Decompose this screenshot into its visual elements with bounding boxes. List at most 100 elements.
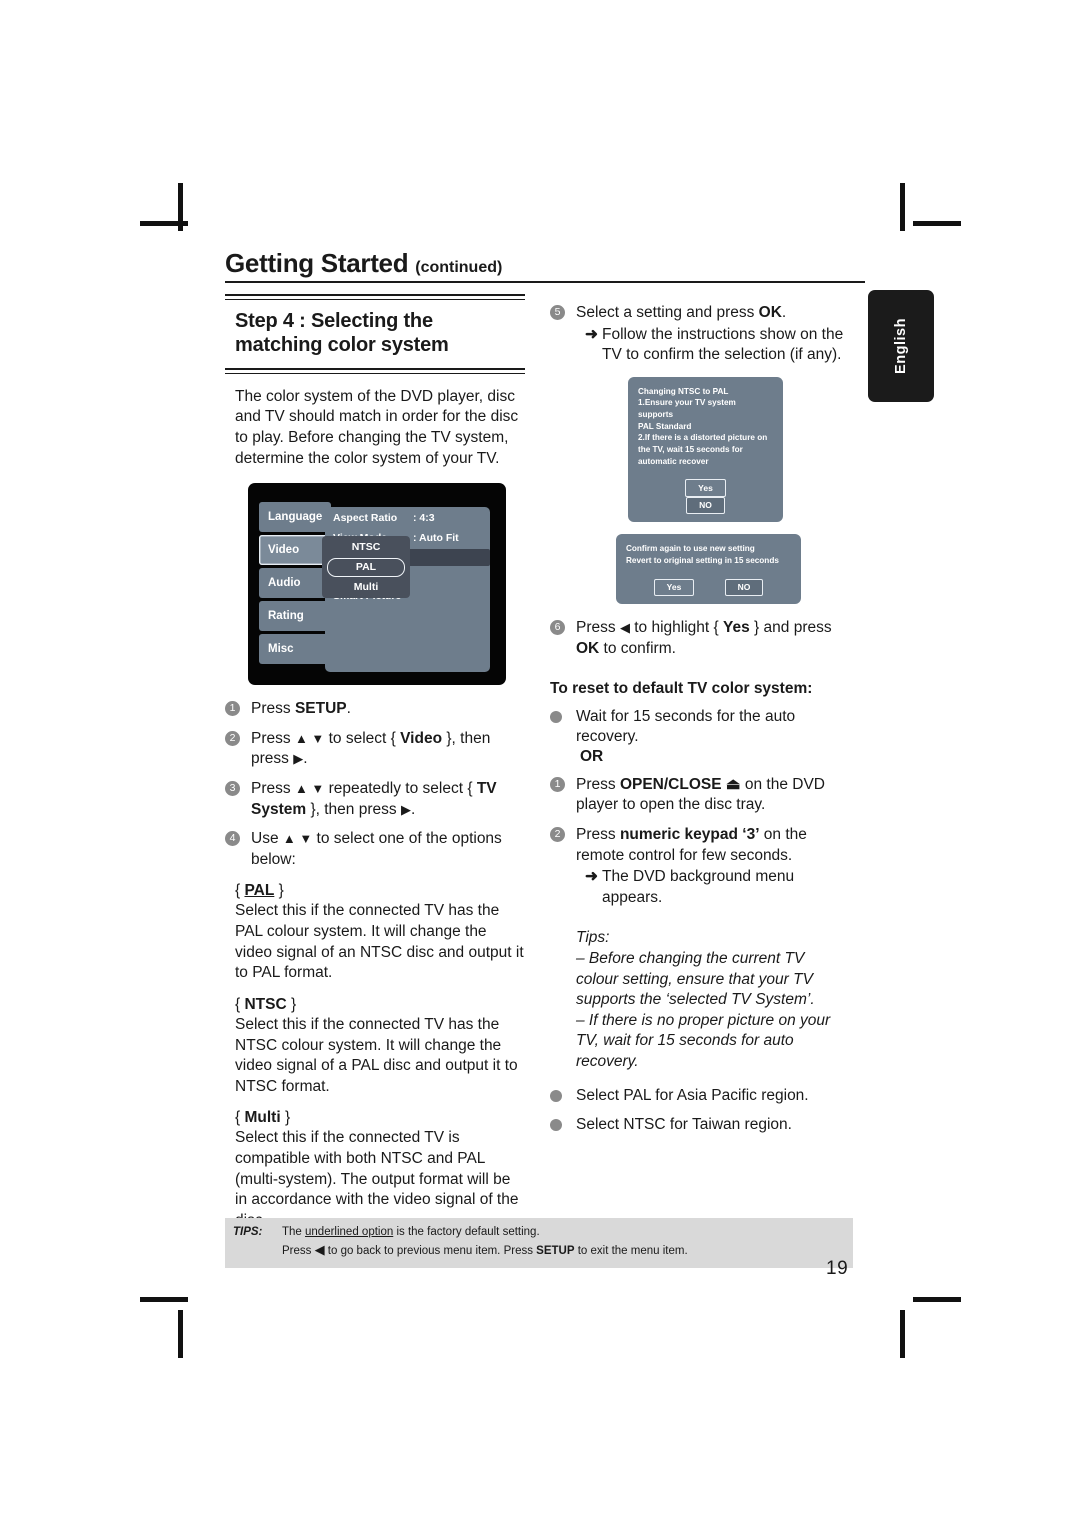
menu-row-value: : 4:3 — [413, 512, 435, 525]
reset-section-heading: To reset to default TV color system: — [550, 679, 813, 697]
option-title-0: { PAL } — [235, 882, 284, 900]
step-1-text: Press SETUP. — [251, 700, 351, 718]
step-4-number: 4 — [225, 831, 240, 847]
dialog2-yes-button[interactable]: Yes — [653, 578, 695, 597]
step-6-number: 6 — [550, 620, 565, 636]
tips-label: Tips: — [576, 929, 610, 947]
step-4-text: Use ▲ ▼ to select one of the options bel… — [251, 830, 502, 868]
tv-system-submenu: NTSC PAL Multi — [322, 536, 410, 599]
page-title: Getting Started (continued) — [225, 248, 502, 279]
reset-step-list: 1 Press OPEN/CLOSE ⏏ on the DVD player to… — [550, 775, 850, 909]
menu-sidebar-item-video[interactable]: Video — [259, 535, 331, 566]
page-header: Getting Started (continued) — [225, 248, 865, 292]
submenu-option-multi[interactable]: Multi — [322, 578, 410, 597]
bullet-icon — [550, 1089, 562, 1102]
crop-mark-top-left-horizontal — [140, 221, 188, 226]
step-5-text: Select a setting and press OK. — [576, 304, 787, 321]
menu-row-value: : Auto Fit — [413, 531, 459, 544]
crop-mark-top-right-horizontal — [913, 221, 961, 226]
step-1: 1 Press SETUP. — [225, 699, 525, 720]
step-5-number: 5 — [550, 305, 565, 320]
step-6-text: Press ◀ to highlight { Yes } and press O… — [576, 619, 832, 657]
dialog1-no-button[interactable]: NO — [686, 496, 725, 515]
menu-row-aspect-ratio[interactable]: Aspect Ratio: 4:3 — [325, 510, 490, 527]
region-bullet-0: Select PAL for Asia Pacific region. — [550, 1086, 850, 1107]
step-5: 5 Select a setting and press OK. ➜ Follow… — [550, 303, 850, 366]
arrow-icon: ➜ — [585, 868, 598, 886]
step-5-sub: ➜ Follow the instructions show on the TV … — [576, 325, 850, 366]
dialog1-line-3: 2.If there is a distorted picture on — [638, 433, 768, 443]
tv-dialog-confirm-again: Confirm again to use new setting Revert t… — [616, 534, 801, 605]
step-3-number: 3 — [225, 781, 240, 797]
option-body-1: Select this if the connected TV has the … — [235, 1015, 518, 1095]
page-content: Getting Started (continued) Step 4 : Sel… — [225, 248, 865, 1293]
region-bullet-list: Select PAL for Asia Pacific region. Selec… — [550, 1086, 850, 1136]
reset-step-1-text: Press OPEN/CLOSE ⏏ on the DVD player to … — [576, 775, 825, 814]
intro-paragraph: The color system of the DVD player, disc… — [235, 387, 519, 467]
step-6: 6 Press ◀ to highlight { Yes } and press… — [550, 618, 850, 659]
dialog1-line-1: 1.Ensure your TV system supports — [638, 398, 736, 420]
step-heading-rule-bottom — [225, 367, 525, 374]
footer-tips-bar: TIPS: The underlined option is the facto… — [225, 1218, 853, 1268]
reset-bullet-text: Wait for 15 seconds for the auto recover… — [576, 707, 796, 746]
crop-mark-bottom-right-horizontal — [913, 1297, 961, 1302]
reset-step-2-sub-text: The DVD background menu appears. — [602, 868, 795, 906]
reset-step-2-text: Press numeric keypad ‘3’ on the remote c… — [576, 825, 807, 864]
dialog2-line-0: Confirm again to use new setting — [626, 544, 755, 554]
language-tab-label: English — [893, 318, 909, 374]
crop-mark-bottom-right-vertical — [900, 1310, 905, 1358]
submenu-option-ntsc[interactable]: NTSC — [322, 538, 410, 557]
menu-sidebar: Language Video Audio Rating Misc — [259, 502, 331, 667]
left-column: Step 4 : Selecting the matching color sy… — [225, 294, 525, 1231]
dvd-setup-menu-illustration: Language Video Audio Rating Misc Aspect Rati… — [248, 483, 506, 686]
reset-bullet: Wait for 15 seconds for the auto recover… — [550, 707, 850, 748]
region-bullet-text-0: Select PAL for Asia Pacific region. — [576, 1086, 809, 1104]
step-4: 4 Use ▲ ▼ to select one of the options be… — [225, 829, 525, 870]
reset-step-1-number: 1 — [550, 776, 565, 792]
submenu-option-pal[interactable]: PAL — [327, 558, 405, 577]
option-title-1: { NTSC } — [235, 995, 297, 1013]
step-heading: Step 4 : Selecting the matching color sy… — [235, 310, 449, 357]
dialog2-message: Confirm again to use new setting Revert t… — [626, 543, 791, 566]
option-descriptions: { PAL } Select this if the connected TV h… — [225, 882, 525, 1231]
reset-step-2-sub: ➜ The DVD background menu appears. — [576, 867, 850, 908]
dialog1-yes-button[interactable]: Yes — [685, 479, 726, 497]
arrow-icon: ➜ — [585, 325, 598, 343]
step-1-number: 1 — [225, 701, 240, 717]
crop-mark-bottom-left-horizontal — [140, 1297, 188, 1302]
option-title-2: { Multi } — [235, 1109, 291, 1127]
page-title-continued: (continued) — [415, 259, 503, 276]
menu-sidebar-item-misc[interactable]: Misc — [259, 634, 331, 665]
reset-step-2: 2 Press numeric keypad ‘3’ on the remote … — [550, 825, 850, 908]
menu-sidebar-item-rating[interactable]: Rating — [259, 601, 331, 632]
dialog1-line-0: Changing NTSC to PAL — [638, 386, 729, 396]
tips-line-0: – Before changing the current TV colour … — [576, 949, 815, 1009]
tips-lines: – Before changing the current TV colour … — [576, 949, 850, 1073]
dialog1-buttons: Yes NO — [638, 479, 773, 515]
crop-mark-top-right-vertical — [900, 183, 905, 231]
dialog2-buttons: Yes NO — [626, 578, 791, 597]
crop-mark-bottom-left-vertical — [178, 1310, 183, 1358]
dialog1-message: Changing NTSC to PAL 1.Ensure your TV sys… — [638, 386, 773, 467]
step-2-number: 2 — [225, 730, 240, 746]
step-3-text: Press ▲ ▼ repeatedly to select { TV Syst… — [251, 780, 497, 818]
page-number: 19 — [826, 1258, 849, 1279]
footer-tips-line-1: The underlined option is the factory def… — [282, 1226, 540, 1238]
bullet-icon — [550, 1119, 562, 1132]
footer-tips-line-2: Press ◀ to go back to previous menu item… — [282, 1241, 688, 1257]
tv-dialog-changing-ntsc-to-pal: Changing NTSC to PAL 1.Ensure your TV sys… — [628, 376, 783, 523]
menu-sidebar-item-language[interactable]: Language — [259, 502, 331, 533]
page-title-main: Getting Started — [225, 248, 409, 278]
menu-sidebar-item-audio[interactable]: Audio — [259, 568, 331, 599]
dialog2-line-1: Revert to original setting in 15 seconds — [626, 556, 779, 566]
step-2-text: Press ▲ ▼ to select { Video }, then pres… — [251, 729, 491, 768]
step-3: 3 Press ▲ ▼ repeatedly to select { TV Sys… — [225, 779, 525, 820]
step-2: 2 Press ▲ ▼ to select { Video }, then pre… — [225, 729, 525, 770]
language-tab: English — [868, 290, 934, 402]
dialog2-no-button[interactable]: NO — [724, 578, 764, 597]
region-bullet-text-1: Select NTSC for Taiwan region. — [576, 1116, 792, 1134]
header-divider — [225, 281, 865, 283]
right-column: 5 Select a setting and press OK. ➜ Follow… — [550, 294, 850, 1136]
dialog1-line-5: automatic recover — [638, 456, 709, 466]
dialog1-line-2: PAL Standard — [638, 421, 692, 431]
